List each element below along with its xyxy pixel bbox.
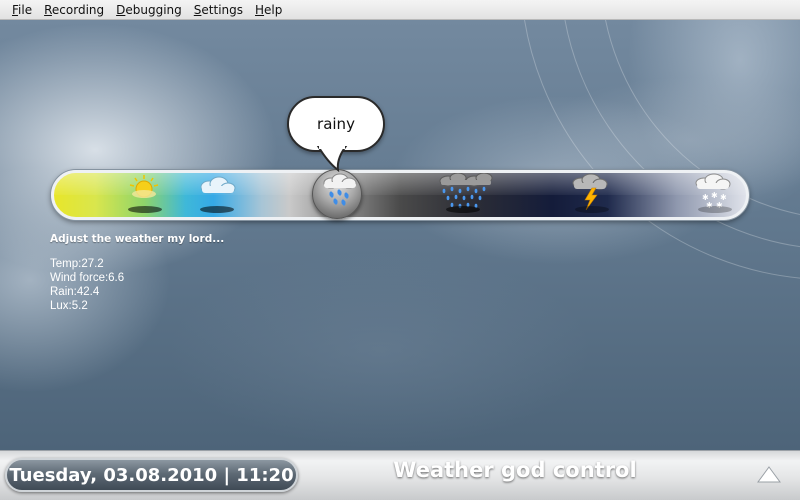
menu-recording[interactable]: Recording — [38, 0, 110, 20]
selected-weather-bubble: rainy — [287, 96, 385, 152]
rain-readout: Rain:42.4 — [50, 286, 100, 298]
sunny-icon[interactable] — [114, 173, 174, 217]
weather-slider[interactable]: ✱ ✱ ✱ ✱ ✱ — [51, 170, 749, 220]
thunderstorm-icon[interactable] — [561, 173, 621, 217]
wind-readout: Wind force:6.6 — [50, 272, 125, 284]
selected-weather-label: rainy — [317, 115, 355, 133]
menu-bar: File Recording Debugging Settings Help — [0, 0, 800, 20]
menu-settings[interactable]: Settings — [188, 0, 249, 20]
menu-file[interactable]: File — [6, 0, 38, 20]
menu-help[interactable]: Help — [249, 0, 288, 20]
svg-text:✱: ✱ — [711, 191, 718, 200]
datetime-display: Tuesday, 03.08.2010 | 11:20 — [5, 458, 298, 492]
weather-prompt: Adjust the weather my lord... — [50, 233, 225, 245]
sensor-readouts: Temp:27.2 Wind force:6.6 Rain:42.4 Lux:5… — [50, 257, 124, 313]
bubble-tail — [316, 146, 348, 172]
heavy-rain-icon[interactable] — [432, 173, 493, 217]
lux-readout: Lux:5.2 — [50, 300, 88, 312]
cloudy-icon[interactable] — [186, 173, 246, 217]
snow-icon[interactable]: ✱ ✱ ✱ ✱ ✱ — [684, 173, 744, 217]
temp-readout: Temp:27.2 — [50, 258, 104, 270]
up-arrow-icon[interactable] — [757, 466, 781, 484]
menu-debugging[interactable]: Debugging — [110, 0, 188, 20]
app-title: Weather god control — [393, 458, 637, 482]
rainy-icon[interactable] — [309, 173, 369, 217]
